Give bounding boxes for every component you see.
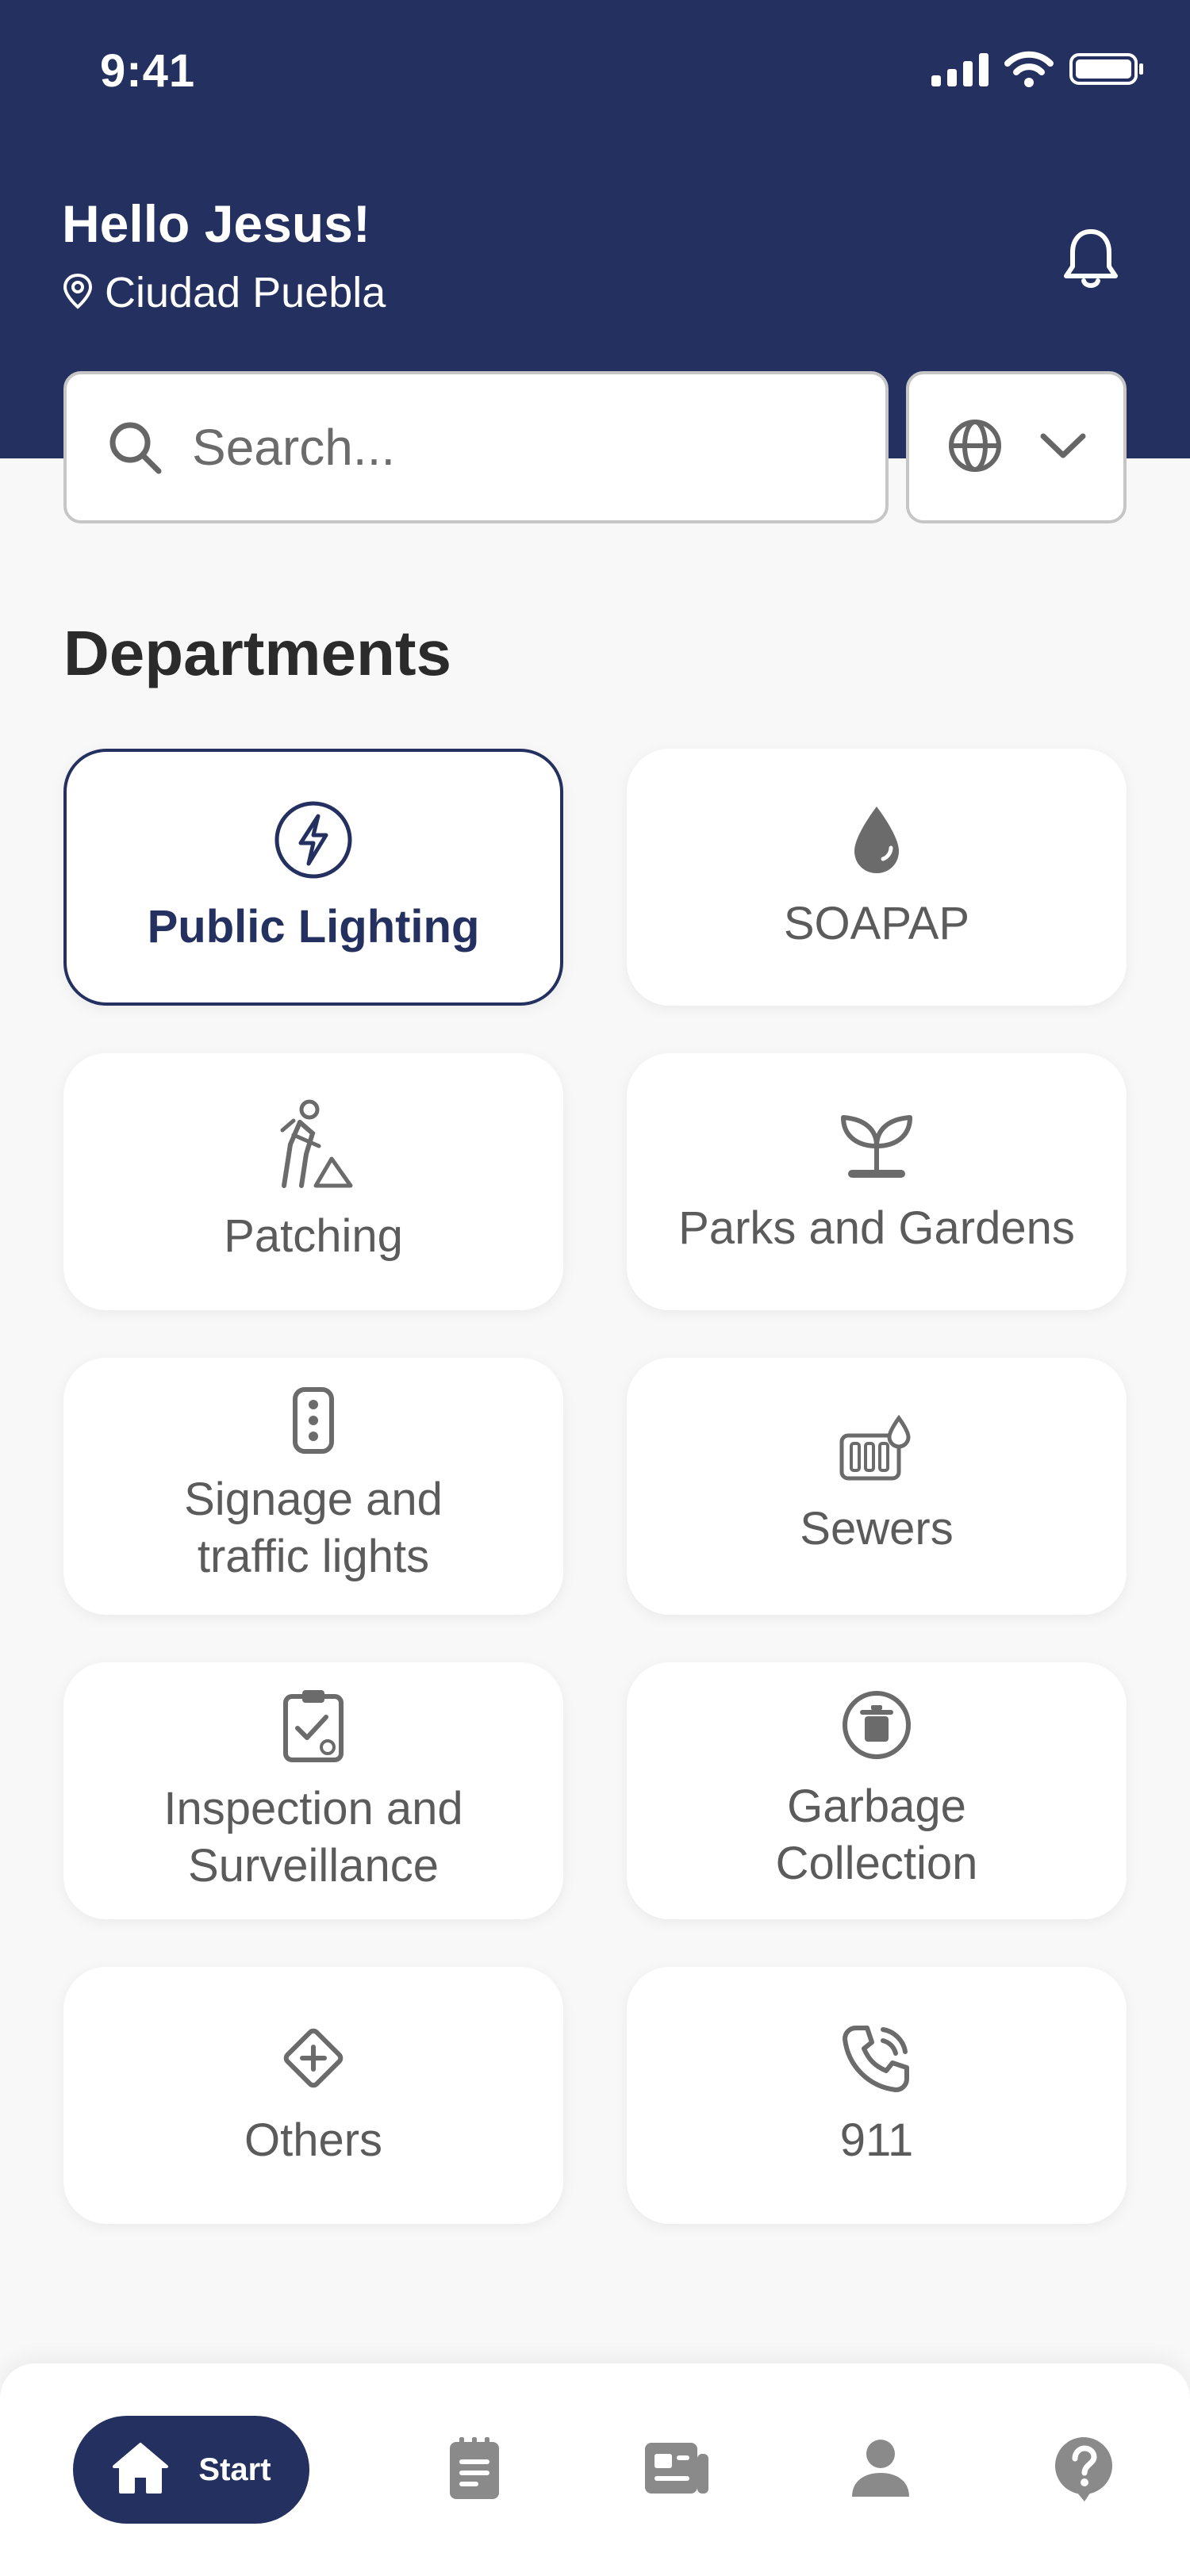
chevron-down-icon (1040, 431, 1086, 464)
newspaper-icon (643, 2440, 712, 2501)
department-card-inspection-and-surveillance[interactable]: Inspection and Surveillance (63, 1662, 563, 1919)
clipboard-check-icon (282, 1687, 345, 1763)
user-icon (849, 2436, 912, 2504)
lightning-icon (272, 799, 355, 881)
language-select[interactable] (906, 371, 1127, 523)
department-label: Parks and Gardens (678, 1202, 1075, 1254)
status-time: 9:41 (100, 45, 196, 97)
department-label: Sewers (800, 1503, 954, 1554)
department-label: Garbage Collection (775, 1781, 978, 1889)
department-card-signage-and-traffic-lights[interactable]: Signage and traffic lights (63, 1358, 563, 1615)
department-card-sewers[interactable]: Sewers (627, 1358, 1127, 1615)
section-title: Departments (63, 618, 452, 688)
nav-start-label: Start (198, 2451, 271, 2487)
bell-icon (1055, 229, 1127, 298)
department-label: SOAPAP (783, 898, 970, 949)
help-icon (1053, 2435, 1115, 2505)
search-input[interactable] (192, 418, 827, 477)
phone-call-icon (840, 2022, 913, 2095)
department-card-parks-and-gardens[interactable]: Parks and Gardens (627, 1053, 1127, 1310)
signal-icon (931, 52, 988, 90)
status-bar: 9:41 (0, 0, 1190, 143)
department-label: Patching (224, 1210, 403, 1262)
search-box (63, 371, 889, 523)
department-card-public-lighting[interactable]: Public Lighting (63, 749, 563, 1006)
location-text: Ciudad Puebla (105, 269, 386, 316)
sewer-icon (839, 1415, 915, 1483)
nav-help-button[interactable] (1044, 2430, 1123, 2509)
department-label: 911 (839, 2114, 914, 2166)
department-card-others[interactable]: Others (63, 1967, 563, 2224)
department-card-patching[interactable]: Patching (63, 1053, 563, 1310)
traffic-light-icon (291, 1387, 336, 1454)
road-worker-icon (270, 1098, 357, 1190)
status-icons (931, 51, 1144, 91)
trash-icon (841, 1689, 912, 1761)
department-label: Signage and traffic lights (184, 1474, 443, 1582)
department-label: Inspection and Surveillance (163, 1783, 463, 1892)
search-icon (106, 419, 163, 476)
diamond-plus-icon (277, 2022, 350, 2095)
department-card-garbage-collection[interactable]: Garbage Collection (627, 1662, 1127, 1919)
nav-start-button[interactable]: Start (73, 2416, 309, 2524)
notifications-button[interactable] (1055, 224, 1127, 299)
plant-icon (837, 1106, 916, 1183)
bottom-nav: Start (0, 2363, 1190, 2576)
location-pin-icon (62, 272, 94, 314)
notepad-icon (448, 2436, 501, 2505)
nav-reports-button[interactable] (435, 2430, 514, 2509)
water-drop-icon (845, 802, 908, 878)
department-card-911[interactable]: 911 (627, 1967, 1127, 2224)
department-label: Public Lighting (147, 901, 480, 953)
battery-icon (1069, 52, 1144, 90)
home-icon (111, 2441, 170, 2499)
globe-icon (946, 417, 1004, 478)
location: Ciudad Puebla (62, 268, 386, 317)
department-card-soapap[interactable]: SOAPAP (627, 749, 1127, 1006)
wifi-icon (1004, 51, 1054, 91)
nav-news-button[interactable] (638, 2430, 717, 2509)
nav-profile-button[interactable] (841, 2430, 920, 2509)
departments-grid: Public Lighting SOAPAP Patching Parks an… (63, 749, 1127, 2224)
greeting: Hello Jesus! (62, 194, 370, 253)
department-label: Others (244, 2114, 383, 2166)
